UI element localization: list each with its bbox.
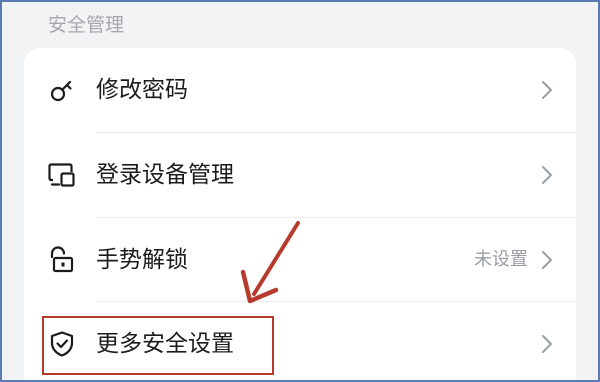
key-icon	[48, 76, 76, 104]
item-value: 未设置	[474, 249, 528, 270]
chevron-right-icon	[540, 249, 554, 271]
section-title: 安全管理	[48, 14, 125, 36]
change-password-item[interactable]: 修改密码	[24, 48, 576, 132]
item-label: 修改密码	[96, 77, 188, 103]
gesture-unlock-item[interactable]: 手势解锁 未设置	[24, 218, 576, 302]
chevron-right-icon	[540, 333, 554, 355]
item-label: 登录设备管理	[96, 162, 234, 188]
annotation-highlight-box	[42, 316, 274, 375]
unlock-icon	[48, 246, 76, 274]
devices-icon	[48, 161, 76, 189]
chevron-right-icon	[540, 164, 554, 186]
login-device-management-item[interactable]: 登录设备管理	[24, 133, 576, 217]
chevron-right-icon	[540, 79, 554, 101]
item-label: 手势解锁	[96, 247, 188, 273]
